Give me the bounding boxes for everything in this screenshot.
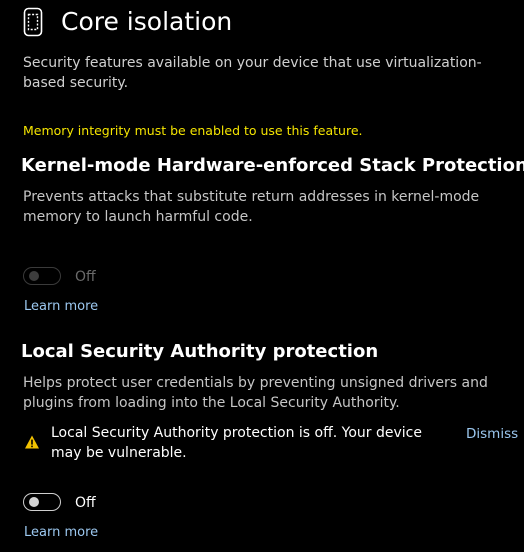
- warning-triangle-icon: [25, 435, 39, 449]
- core-isolation-chip-icon: [23, 7, 43, 37]
- lsa-protection-toggle-label: Off: [75, 495, 96, 511]
- toggle-knob: [29, 497, 39, 507]
- toggle-knob: [29, 271, 39, 281]
- page-description: Security features available on your devi…: [23, 55, 482, 91]
- stack-protection-toggle-label: Off: [75, 269, 96, 285]
- lsa-infobar-message: Local Security Authority protection is o…: [51, 425, 422, 461]
- stack-protection-title: Kernel-mode Hardware-enforced Stack Prot…: [21, 155, 524, 176]
- stack-protection-description: Prevents attacks that substitute return …: [23, 189, 480, 225]
- lsa-protection-description: Helps protect user credentials by preven…: [23, 375, 488, 411]
- page-title: Core isolation: [61, 7, 233, 36]
- stack-protection-toggle[interactable]: [23, 267, 61, 285]
- lsa-protection-learn-more-link[interactable]: Learn more: [24, 524, 98, 542]
- stack-protection-learn-more-link[interactable]: Learn more: [24, 298, 98, 316]
- lsa-protection-title: Local Security Authority protection: [21, 341, 379, 362]
- dismiss-button[interactable]: Dismiss: [466, 424, 518, 444]
- lsa-protection-toggle[interactable]: [23, 493, 61, 511]
- memory-integrity-warning: Memory integrity must be enabled to use …: [23, 123, 363, 138]
